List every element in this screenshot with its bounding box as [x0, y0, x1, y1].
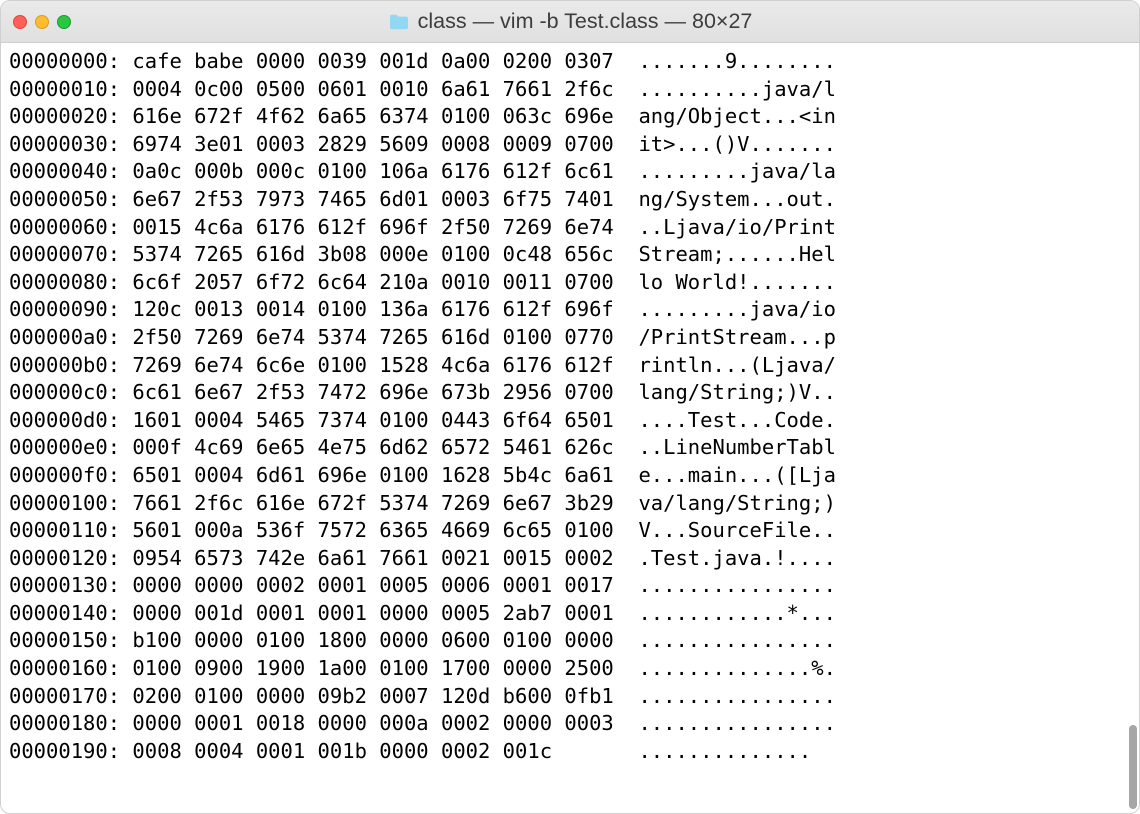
maximize-button[interactable] — [57, 15, 71, 29]
folder-icon — [388, 13, 410, 31]
minimize-button[interactable] — [35, 15, 49, 29]
window-title: class — vim -b Test.class — 80×27 — [418, 9, 753, 34]
terminal-content-area: 00000000: cafe babe 0000 0039 001d 0a00 … — [1, 43, 1139, 813]
titlebar[interactable]: class — vim -b Test.class — 80×27 — [1, 1, 1139, 43]
terminal-window: class — vim -b Test.class — 80×27 000000… — [0, 0, 1140, 814]
scrollbar[interactable] — [1125, 43, 1137, 813]
title-center: class — vim -b Test.class — 80×27 — [1, 1, 1139, 42]
hex-dump[interactable]: 00000000: cafe babe 0000 0039 001d 0a00 … — [1, 43, 1139, 813]
scrollbar-thumb[interactable] — [1129, 725, 1137, 809]
traffic-lights — [13, 15, 71, 29]
close-button[interactable] — [13, 15, 27, 29]
